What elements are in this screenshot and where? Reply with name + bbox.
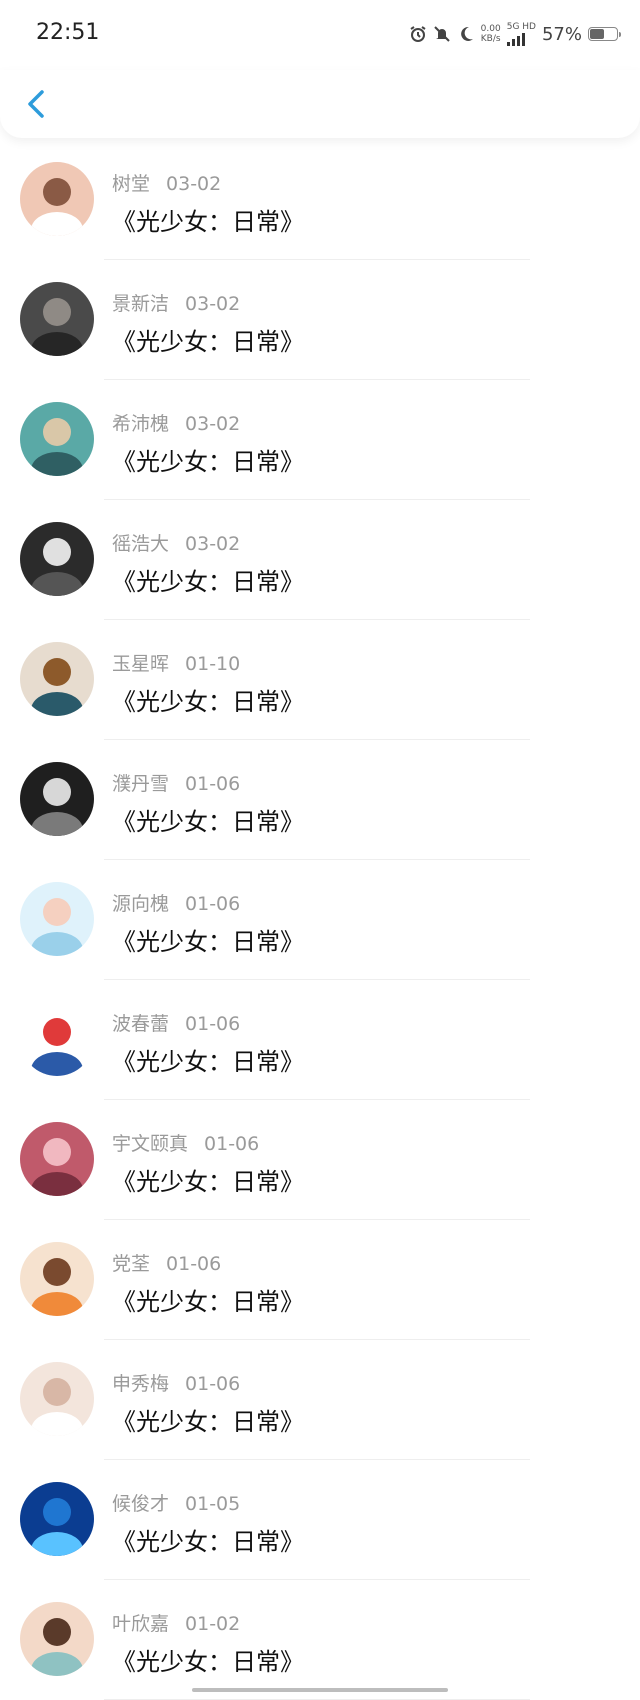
- network-type-label: 5G HD: [506, 22, 536, 32]
- item-date: 01-06: [185, 773, 241, 795]
- list-item[interactable]: 候俊才 01-05 《光少女：日常》: [0, 1460, 640, 1580]
- user-name: 宇文颐真: [112, 1133, 189, 1155]
- user-name: 希沛槐: [112, 413, 170, 435]
- item-date: 01-06: [185, 893, 241, 915]
- avatar[interactable]: [20, 642, 94, 716]
- avatar[interactable]: [20, 882, 94, 956]
- battery-icon: [588, 27, 621, 41]
- list-item[interactable]: 叶欣嘉 01-02 《光少女：日常》: [0, 1580, 640, 1700]
- list-item[interactable]: 希沛槐 03-02 《光少女：日常》: [0, 380, 640, 500]
- item-title: 《光少女：日常》: [112, 928, 304, 956]
- network-type: 5G HD: [506, 22, 536, 46]
- network-speed: 0.00 KB/s: [481, 24, 501, 44]
- status-time: 22:51: [36, 20, 100, 45]
- item-meta: 树堂 03-02: [112, 169, 221, 196]
- item-title: 《光少女：日常》: [112, 808, 304, 836]
- item-date: 01-06: [204, 1133, 260, 1155]
- list-item[interactable]: 申秀梅 01-06 《光少女：日常》: [0, 1340, 640, 1460]
- item-date: 01-10: [185, 653, 241, 675]
- item-title: 《光少女：日常》: [112, 208, 304, 236]
- list-item[interactable]: 宇文颐真 01-06 《光少女：日常》: [0, 1100, 640, 1220]
- item-title: 《光少女：日常》: [112, 1168, 304, 1196]
- avatar[interactable]: [20, 162, 94, 236]
- list-item[interactable]: 景新洁 03-02 《光少女：日常》: [0, 260, 640, 380]
- item-meta: 候俊才 01-05: [112, 1489, 240, 1516]
- item-date: 03-02: [166, 173, 222, 195]
- user-name: 申秀梅: [112, 1373, 170, 1395]
- chevron-left-icon: [28, 90, 44, 118]
- mute-icon: [433, 25, 451, 43]
- item-meta: 玉星晖 01-10: [112, 649, 240, 676]
- moon-icon: [457, 25, 475, 43]
- item-meta: 源向槐 01-06: [112, 889, 240, 916]
- status-bar: 22:51 0.00 KB/s 5G HD 57%: [0, 0, 640, 70]
- item-date: 01-06: [185, 1013, 241, 1035]
- home-indicator[interactable]: [192, 1688, 448, 1692]
- message-list: 树堂 03-02 《光少女：日常》 景新洁 03-02 《光少女：日常》 希沛槐 03-02 《…: [0, 140, 640, 1700]
- user-name: 树堂: [112, 173, 151, 195]
- item-date: 03-02: [185, 533, 241, 555]
- item-date: 03-02: [185, 413, 241, 435]
- item-meta: 宇文颐真 01-06: [112, 1129, 259, 1156]
- user-name: 景新洁: [112, 293, 170, 315]
- avatar[interactable]: [20, 282, 94, 356]
- avatar[interactable]: [20, 762, 94, 836]
- top-nav-bar: [0, 70, 640, 138]
- battery-percent: 57%: [541, 23, 582, 45]
- item-title: 《光少女：日常》: [112, 328, 304, 356]
- avatar[interactable]: [20, 402, 94, 476]
- item-title: 《光少女：日常》: [112, 448, 304, 476]
- item-meta: 景新洁 03-02: [112, 289, 240, 316]
- user-name: 源向槐: [112, 893, 170, 915]
- list-item[interactable]: 源向槐 01-06 《光少女：日常》: [0, 860, 640, 980]
- item-meta: 希沛槐 03-02: [112, 409, 240, 436]
- item-date: 01-06: [166, 1253, 222, 1275]
- list-item[interactable]: 树堂 03-02 《光少女：日常》: [0, 140, 640, 260]
- item-meta: 波春蕾 01-06: [112, 1009, 240, 1036]
- list-item[interactable]: 玉星晖 01-10 《光少女：日常》: [0, 620, 640, 740]
- item-meta: 党荃 01-06: [112, 1249, 221, 1276]
- network-speed-unit: KB/s: [480, 34, 501, 44]
- item-meta: 濮丹雪 01-06: [112, 769, 240, 796]
- item-title: 《光少女：日常》: [112, 688, 304, 716]
- item-title: 《光少女：日常》: [112, 1648, 304, 1676]
- user-name: 濮丹雪: [112, 773, 170, 795]
- avatar[interactable]: [20, 522, 94, 596]
- user-name: 徭浩大: [112, 533, 170, 555]
- avatar[interactable]: [20, 1002, 94, 1076]
- avatar[interactable]: [20, 1242, 94, 1316]
- back-button[interactable]: [22, 86, 52, 122]
- avatar[interactable]: [20, 1122, 94, 1196]
- list-item[interactable]: 濮丹雪 01-06 《光少女：日常》: [0, 740, 640, 860]
- list-item[interactable]: 党荃 01-06 《光少女：日常》: [0, 1220, 640, 1340]
- item-date: 01-05: [185, 1493, 241, 1515]
- list-item[interactable]: 波春蕾 01-06 《光少女：日常》: [0, 980, 640, 1100]
- item-meta: 叶欣嘉 01-02: [112, 1609, 240, 1636]
- item-title: 《光少女：日常》: [112, 568, 304, 596]
- item-title: 《光少女：日常》: [112, 1048, 304, 1076]
- avatar[interactable]: [20, 1482, 94, 1556]
- item-meta: 徭浩大 03-02: [112, 529, 240, 556]
- user-name: 玉星晖: [112, 653, 170, 675]
- avatar[interactable]: [20, 1602, 94, 1676]
- network-speed-value: 0.00: [480, 24, 501, 34]
- alarm-icon: [409, 25, 427, 43]
- item-date: 01-06: [185, 1373, 241, 1395]
- list-item[interactable]: 徭浩大 03-02 《光少女：日常》: [0, 500, 640, 620]
- item-title: 《光少女：日常》: [112, 1408, 304, 1436]
- item-date: 01-02: [185, 1613, 241, 1635]
- item-meta: 申秀梅 01-06: [112, 1369, 240, 1396]
- item-date: 03-02: [185, 293, 241, 315]
- user-name: 党荃: [112, 1253, 151, 1275]
- user-name: 叶欣嘉: [112, 1613, 170, 1635]
- user-name: 候俊才: [112, 1493, 170, 1515]
- avatar[interactable]: [20, 1362, 94, 1436]
- signal-icon: [506, 32, 536, 46]
- item-title: 《光少女：日常》: [112, 1528, 304, 1556]
- status-icons: 0.00 KB/s 5G HD 57%: [409, 22, 621, 46]
- item-title: 《光少女：日常》: [112, 1288, 304, 1316]
- user-name: 波春蕾: [112, 1013, 170, 1035]
